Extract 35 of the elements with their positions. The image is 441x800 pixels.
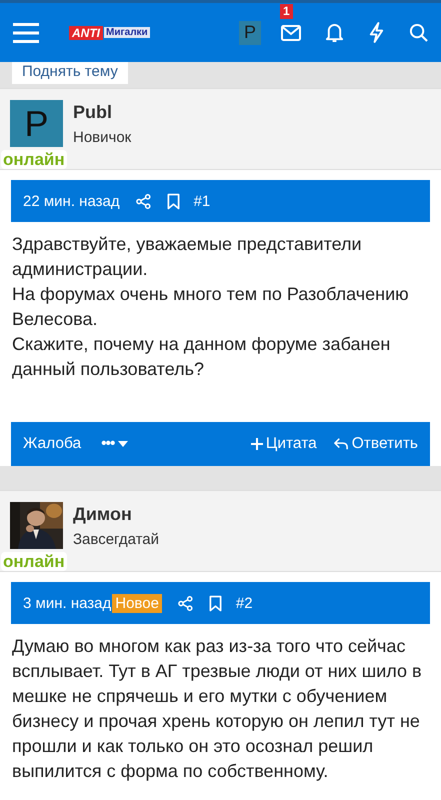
post-time[interactable]: 3 мин. назад bbox=[23, 594, 112, 612]
post-text: Думаю во многом как раз из-за того что сейчас всплывает. Тут в АГ трезвые люди от них шило в мешке не спрячешь и его мутки с обучением бизнесу и прочая хрень которую он лепил тут не прошли и как только он это осознал решил выпилится с форма по собственному. bbox=[11, 635, 423, 783]
reply-icon bbox=[332, 437, 349, 451]
quote-link[interactable]: Цитата bbox=[250, 435, 317, 453]
post-time[interactable]: 22 мин. назад bbox=[23, 192, 120, 210]
online-status: онлайн bbox=[1, 552, 67, 571]
post-text: Здравствуйте, уважаемые представители администрации. На форумах очень много тем по Разоблачению Велесова. Скажите, почему на данном форуме забанен данный пользователь? bbox=[11, 233, 410, 381]
author-name[interactable]: Димон bbox=[73, 504, 160, 525]
post-number[interactable]: #1 bbox=[194, 192, 210, 210]
report-link[interactable]: Жалоба bbox=[23, 435, 82, 453]
user-avatar[interactable]: P bbox=[239, 20, 261, 44]
more-menu[interactable]: ••• bbox=[101, 435, 128, 453]
notification-badge: 1 bbox=[280, 4, 293, 18]
caret-icon bbox=[118, 441, 128, 447]
bump-thread-button[interactable]: Поднять тему bbox=[12, 62, 128, 84]
reply-link[interactable]: Ответить bbox=[332, 435, 418, 453]
share-icon[interactable] bbox=[136, 194, 151, 208]
logo-mark[interactable]: ANTI bbox=[69, 26, 103, 40]
bookmark-icon[interactable] bbox=[166, 192, 180, 210]
user-rank: Завсегдатай bbox=[73, 531, 160, 548]
bookmark-icon[interactable] bbox=[208, 594, 222, 612]
share-icon[interactable] bbox=[178, 596, 193, 610]
user-avatar[interactable]: P bbox=[10, 100, 63, 147]
bell-icon[interactable] bbox=[325, 22, 344, 43]
user-rank: Новичок bbox=[73, 129, 132, 146]
author-name[interactable]: Publ bbox=[73, 102, 132, 123]
post-number[interactable]: #2 bbox=[236, 594, 253, 612]
new-label: Новое bbox=[112, 594, 162, 612]
search-icon[interactable] bbox=[409, 23, 428, 42]
lightning-icon[interactable] bbox=[368, 22, 385, 43]
logo-name[interactable]: Мигалки bbox=[104, 27, 150, 38]
plus-icon bbox=[250, 438, 263, 450]
menu-icon[interactable] bbox=[13, 22, 39, 44]
envelope-icon[interactable] bbox=[281, 24, 301, 40]
online-status: онлайн bbox=[1, 150, 67, 169]
